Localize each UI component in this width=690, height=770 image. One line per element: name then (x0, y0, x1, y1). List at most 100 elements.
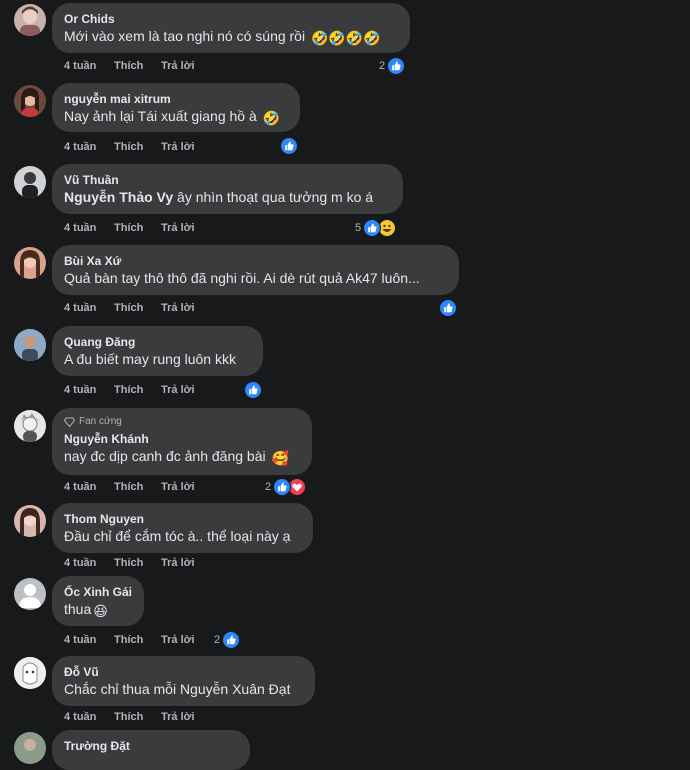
comment-text: Chắc chỉ thua mỗi Nguyễn Xuân Đạt (64, 681, 291, 697)
timestamp[interactable]: 4 tuần (64, 222, 114, 234)
timestamp[interactable]: 4 tuần (64, 384, 114, 396)
like-reaction-icon (363, 219, 382, 237)
comment-actions: 4 tuần Thích Trả lời (64, 302, 221, 314)
comment-bubble: Bùi Xa Xứ Quả bàn tay thô thô đã nghi rồ… (52, 245, 459, 295)
timestamp[interactable]: 4 tuần (64, 60, 114, 72)
reaction-count: 2 (214, 634, 221, 646)
comment-body: Nay ảnh lại Tái xuất giang hồ à (64, 108, 257, 124)
commenter-name[interactable]: Quang Đăng (64, 334, 251, 350)
fan-badge: Fan cứng (64, 416, 300, 427)
reaction-count: 2 (265, 481, 272, 493)
comment-bubble: Or Chids Mới vào xem là tao nghi nó có s… (52, 3, 410, 53)
commenter-name[interactable]: Bùi Xa Xứ (64, 253, 447, 269)
reply-button[interactable]: Trả lời (161, 557, 221, 569)
reply-button[interactable]: Trả lời (161, 634, 221, 646)
laughing-emoji-icon: 🤣 (262, 110, 281, 126)
comment-bubble: Trường Đặt (52, 730, 250, 770)
comment-actions: 4 tuần Thích Trả lời (64, 557, 221, 569)
comment-text: Mới vào xem là tao nghi nó có súng rồi 🤣… (64, 27, 398, 48)
comment-body: ây nhìn thoạt qua tưởng m ko á (173, 189, 374, 205)
like-button[interactable]: Thích (114, 222, 161, 234)
commenter-name[interactable]: Trường Đặt (64, 738, 238, 754)
commenter-name[interactable]: Or Chids (64, 11, 398, 27)
avatar[interactable] (14, 247, 46, 279)
commenter-name[interactable]: nguyễn mai xitrum (64, 91, 288, 107)
timestamp[interactable]: 4 tuần (64, 634, 114, 646)
commenter-name[interactable]: Nguyễn Khánh (64, 431, 300, 447)
commenter-name[interactable]: Đỗ Vũ (64, 664, 303, 680)
comment-actions: 4 tuần Thích Trả lời (64, 481, 221, 493)
commenter-name[interactable]: Vũ Thuần (64, 172, 391, 188)
comment-bubble: Vũ Thuần Nguyễn Thảo Vy ây nhìn thoạt qu… (52, 164, 403, 214)
comment-bubble: Fan cứng Nguyễn Khánh nay đc dịp canh đc… (52, 408, 312, 475)
comment-bubble: Ốc Xinh Gái thua 😆 (52, 576, 144, 626)
comment-bubble: Đỗ Vũ Chắc chỉ thua mỗi Nguyễn Xuân Đạt (52, 656, 315, 706)
comment-text: Quả bàn tay thô thô đã nghi rồi. Ai dè r… (64, 270, 420, 286)
timestamp[interactable]: 4 tuần (64, 481, 114, 493)
commenter-name[interactable]: Thom Nguyen (64, 511, 301, 527)
comment-bubble: Thom Nguyen Đầu chỉ để cắm tóc à.. thể l… (52, 503, 313, 553)
like-reaction-icon (244, 381, 262, 399)
like-reaction-icon (273, 478, 292, 496)
comment-actions: 4 tuần Thích Trả lời (64, 222, 221, 234)
reaction-count: 5 (355, 222, 362, 234)
fan-badge-label: Fan cứng (79, 416, 122, 427)
comment-actions: 4 tuần Thích Trả lời (64, 711, 221, 723)
timestamp[interactable]: 4 tuần (64, 141, 114, 153)
comment-actions: 4 tuần Thích Trả lời (64, 384, 221, 396)
reply-button[interactable]: Trả lời (161, 141, 221, 153)
avatar[interactable] (14, 329, 46, 361)
comment-body: nay đc dịp canh đc ảnh đăng bài (64, 448, 266, 464)
reaction-summary[interactable]: 5 (355, 219, 397, 237)
like-button[interactable]: Thích (114, 634, 161, 646)
comment-text: Nay ảnh lại Tái xuất giang hồ à 🤣 (64, 107, 288, 128)
mention-link[interactable]: Nguyễn Thảo Vy (64, 189, 173, 205)
comment-actions: 4 tuần Thích Trả lời (64, 634, 221, 646)
commenter-name[interactable]: Ốc Xinh Gái (64, 584, 132, 600)
avatar[interactable] (14, 85, 46, 117)
avatar[interactable] (14, 4, 46, 36)
like-button[interactable]: Thích (114, 60, 161, 72)
comment-body: Mới vào xem là tao nghi nó có súng rồi (64, 28, 306, 44)
like-button[interactable]: Thích (114, 302, 161, 314)
avatar[interactable] (14, 732, 46, 764)
reaction-summary[interactable]: 2 (214, 631, 241, 649)
reply-button[interactable]: Trả lời (161, 222, 221, 234)
avatar[interactable] (14, 578, 46, 610)
timestamp[interactable]: 4 tuần (64, 557, 114, 569)
avatar[interactable] (14, 657, 46, 689)
like-button[interactable]: Thích (114, 481, 161, 493)
reaction-summary[interactable]: 2 (379, 57, 406, 75)
comment-body: thua (64, 601, 92, 617)
like-reaction-icon (387, 57, 406, 75)
comment-bubble: Quang Đăng A đu biết may rung luôn kkk (52, 326, 263, 376)
like-button[interactable]: Thích (114, 384, 161, 396)
timestamp[interactable]: 4 tuần (64, 711, 114, 723)
comment-bubble: nguyễn mai xitrum Nay ảnh lại Tái xuất g… (52, 83, 300, 132)
reaction-summary[interactable] (244, 381, 262, 399)
comment-text: nay đc dịp canh đc ảnh đăng bài 🥰 (64, 447, 300, 468)
timestamp[interactable]: 4 tuần (64, 302, 114, 314)
avatar[interactable] (14, 505, 46, 537)
smiling-hearts-emoji-icon: 🥰 (271, 450, 289, 466)
reaction-count: 2 (379, 60, 386, 72)
reply-button[interactable]: Trả lời (161, 60, 221, 72)
like-reaction-icon (222, 631, 241, 649)
comment-actions: 4 tuần Thích Trả lời (64, 141, 221, 153)
reply-button[interactable]: Trả lời (161, 711, 221, 723)
comment-text: Đầu chỉ để cắm tóc à.. thể loại này ạ (64, 528, 291, 544)
avatar[interactable] (14, 166, 46, 198)
like-button[interactable]: Thích (114, 557, 161, 569)
reaction-summary[interactable]: 2 (265, 478, 307, 496)
comment-text: A đu biết may rung luôn kkk (64, 351, 236, 367)
reply-button[interactable]: Trả lời (161, 481, 221, 493)
like-button[interactable]: Thích (114, 711, 161, 723)
grinning-squint-emoji-icon: 😆 (93, 603, 108, 619)
reply-button[interactable]: Trả lời (161, 384, 221, 396)
comment-text: thua 😆 (64, 600, 132, 621)
reply-button[interactable]: Trả lời (161, 302, 221, 314)
like-button[interactable]: Thích (114, 141, 161, 153)
avatar[interactable] (14, 410, 46, 442)
reaction-summary[interactable] (439, 299, 457, 317)
reaction-summary[interactable] (280, 137, 298, 155)
